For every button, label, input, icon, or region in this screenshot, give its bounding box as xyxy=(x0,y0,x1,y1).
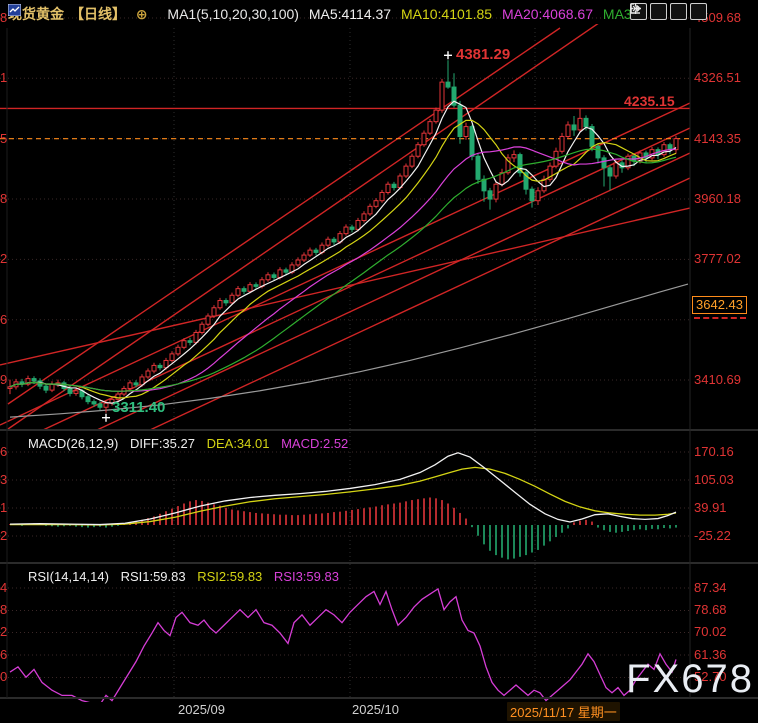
y-axis-label-left: 6 xyxy=(0,312,8,327)
rsi-name: RSI(14,14,14) xyxy=(28,569,109,584)
y-axis-label-left: 3 xyxy=(0,472,8,487)
resistance-price-label: 4235.15 xyxy=(624,93,675,109)
alert-dash-line xyxy=(694,317,746,319)
y-axis-label-left: 2 xyxy=(0,528,8,543)
y-axis-label: 87.34 xyxy=(694,580,727,595)
y-axis-label-left: 8 xyxy=(0,191,8,206)
y-axis-label-left: 4 xyxy=(0,580,8,595)
y-axis-label-left: 5 xyxy=(0,131,8,146)
period-label: 【日线】 xyxy=(70,6,126,22)
ma10-value: MA10:4101.85 xyxy=(400,6,493,22)
y-axis-label: 3960.18 xyxy=(694,191,741,206)
y-axis-label: 4326.51 xyxy=(694,70,741,85)
y-axis-label-left: 1 xyxy=(0,70,8,85)
x-axis-label-sep: 2025/09 xyxy=(178,702,225,717)
ma20-value: MA20:4068.67 xyxy=(501,6,594,22)
y-axis-label: 3410.69 xyxy=(694,372,741,387)
peak-price-label: 4381.29 xyxy=(456,46,511,63)
y-axis-label: 3777.02 xyxy=(694,251,741,266)
ma5-value: MA5:4114.37 xyxy=(308,6,392,22)
ma-settings-label: MA1(5,10,20,30,100) xyxy=(167,6,299,22)
y-axis-label: -25.22 xyxy=(694,528,731,543)
y-axis-label: 78.68 xyxy=(694,602,727,617)
y-axis-label-left: 2 xyxy=(0,251,8,266)
macd-header: MACD(26,12,9) DIFF:35.27 DEA:34.01 MACD:… xyxy=(28,436,356,451)
macd-diff-value: DIFF:35.27 xyxy=(129,436,195,451)
macd-name: MACD(26,12,9) xyxy=(28,436,119,451)
y-axis-label-left: 8 xyxy=(0,10,8,25)
y-axis-label-left: 1 xyxy=(0,500,8,515)
y-axis-label: 170.16 xyxy=(694,444,734,459)
y-axis-label-left: 2 xyxy=(0,624,8,639)
top-bar: 现货黄金 【日线】 ⊕ MA1(5,10,20,30,100) MA5:4114.… xyxy=(8,4,649,24)
y-axis-label: 4143.35 xyxy=(694,131,741,146)
rsi2-value: RSI2:59.83 xyxy=(197,569,263,584)
y-axis-label-left: 8 xyxy=(0,602,8,617)
macd-macd-value: MACD:2.52 xyxy=(281,436,349,451)
exit-fullscreen-icon[interactable] xyxy=(630,3,707,20)
fx678-watermark: FX678 xyxy=(626,657,754,701)
y-axis-label-left: 0 xyxy=(0,669,8,684)
rsi3-value: RSI3:59.83 xyxy=(273,569,339,584)
zoom-in-chart-icon[interactable] xyxy=(630,3,667,20)
y-axis-label: 70.02 xyxy=(694,624,727,639)
x-axis-label-current-date: 2025/11/17 星期一 xyxy=(507,702,620,721)
x-axis-label-oct: 2025/10 xyxy=(352,702,399,717)
alert-price-box[interactable]: 3642.43 xyxy=(692,296,747,314)
y-axis-label: 105.03 xyxy=(694,472,734,487)
rsi1-value: RSI1:59.83 xyxy=(120,569,186,584)
rsi-header: RSI(14,14,14) RSI1:59.83 RSI2:59.83 RSI3… xyxy=(28,569,347,584)
gold-daily-chart-app: 4509.68 4326.51 4143.35 3960.18 3777.02 3410.… xyxy=(0,0,758,723)
zoom-out-chart-icon[interactable] xyxy=(630,3,687,20)
y-axis-label-left: 6 xyxy=(0,647,8,662)
y-axis-label: 39.91 xyxy=(694,500,727,515)
y-axis-label-left: 9 xyxy=(0,372,8,387)
y-axis-label-left: 6 xyxy=(0,444,8,459)
macd-dea-value: DEA:34.01 xyxy=(206,436,270,451)
chart-toolbar xyxy=(630,3,707,20)
low-price-label: 3311.40 xyxy=(112,399,166,416)
add-indicator-icon[interactable]: ⊕ xyxy=(136,6,148,22)
